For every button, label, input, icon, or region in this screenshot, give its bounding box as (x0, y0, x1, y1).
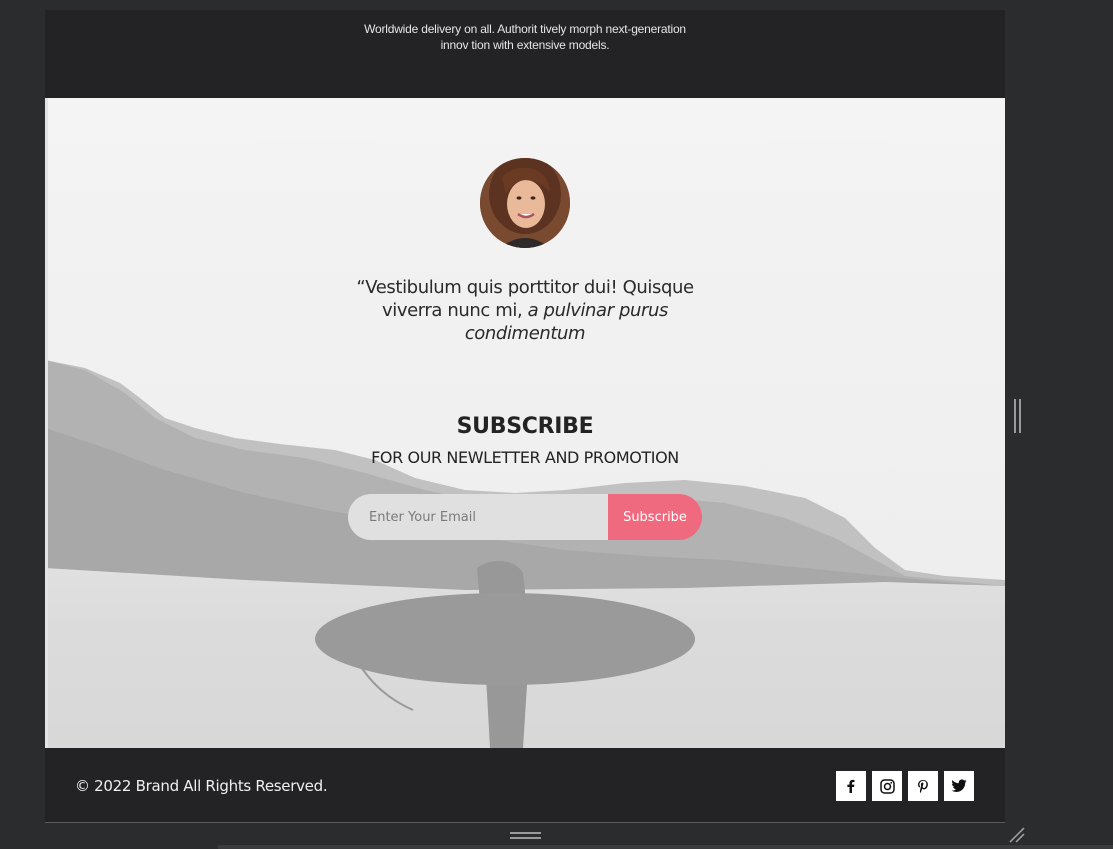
testimonial-subscribe-section: “Vestibulum quis porttitor dui! Quisque … (45, 98, 1005, 748)
testimonial-quote: “Vestibulum quis porttitor dui! Quisque … (345, 276, 705, 345)
subscribe-button[interactable]: Subscribe (608, 494, 702, 540)
delivery-text: Worldwide delivery on all. Authorit tive… (364, 22, 686, 52)
pinterest-icon[interactable] (908, 771, 938, 801)
twitter-icon[interactable] (944, 771, 974, 801)
copyright-text: © 2022 Brand All Rights Reserved. (75, 777, 328, 795)
customer-avatar (480, 158, 570, 248)
vertical-resize-handle[interactable] (1013, 399, 1022, 433)
frame-divider (45, 822, 1005, 823)
social-links (836, 771, 974, 801)
instagram-icon[interactable] (872, 771, 902, 801)
preview-frame: Worldwide delivery on all. Authorit tive… (45, 10, 1005, 823)
site-footer: © 2022 Brand All Rights Reserved. (45, 748, 1005, 823)
editor-bottom-strip (218, 845, 1113, 849)
top-banner: Worldwide delivery on all. Authorit tive… (45, 10, 1005, 98)
subscribe-caption: FOR OUR NEWLETTER AND PROMOTION (371, 448, 679, 467)
portrait-image (480, 158, 570, 248)
horizontal-resize-handle[interactable] (510, 831, 541, 840)
corner-resize-handle[interactable] (1008, 826, 1026, 844)
subscribe-heading: SUBSCRIBE (456, 414, 594, 439)
facebook-icon[interactable] (836, 771, 866, 801)
email-input[interactable] (348, 494, 610, 540)
